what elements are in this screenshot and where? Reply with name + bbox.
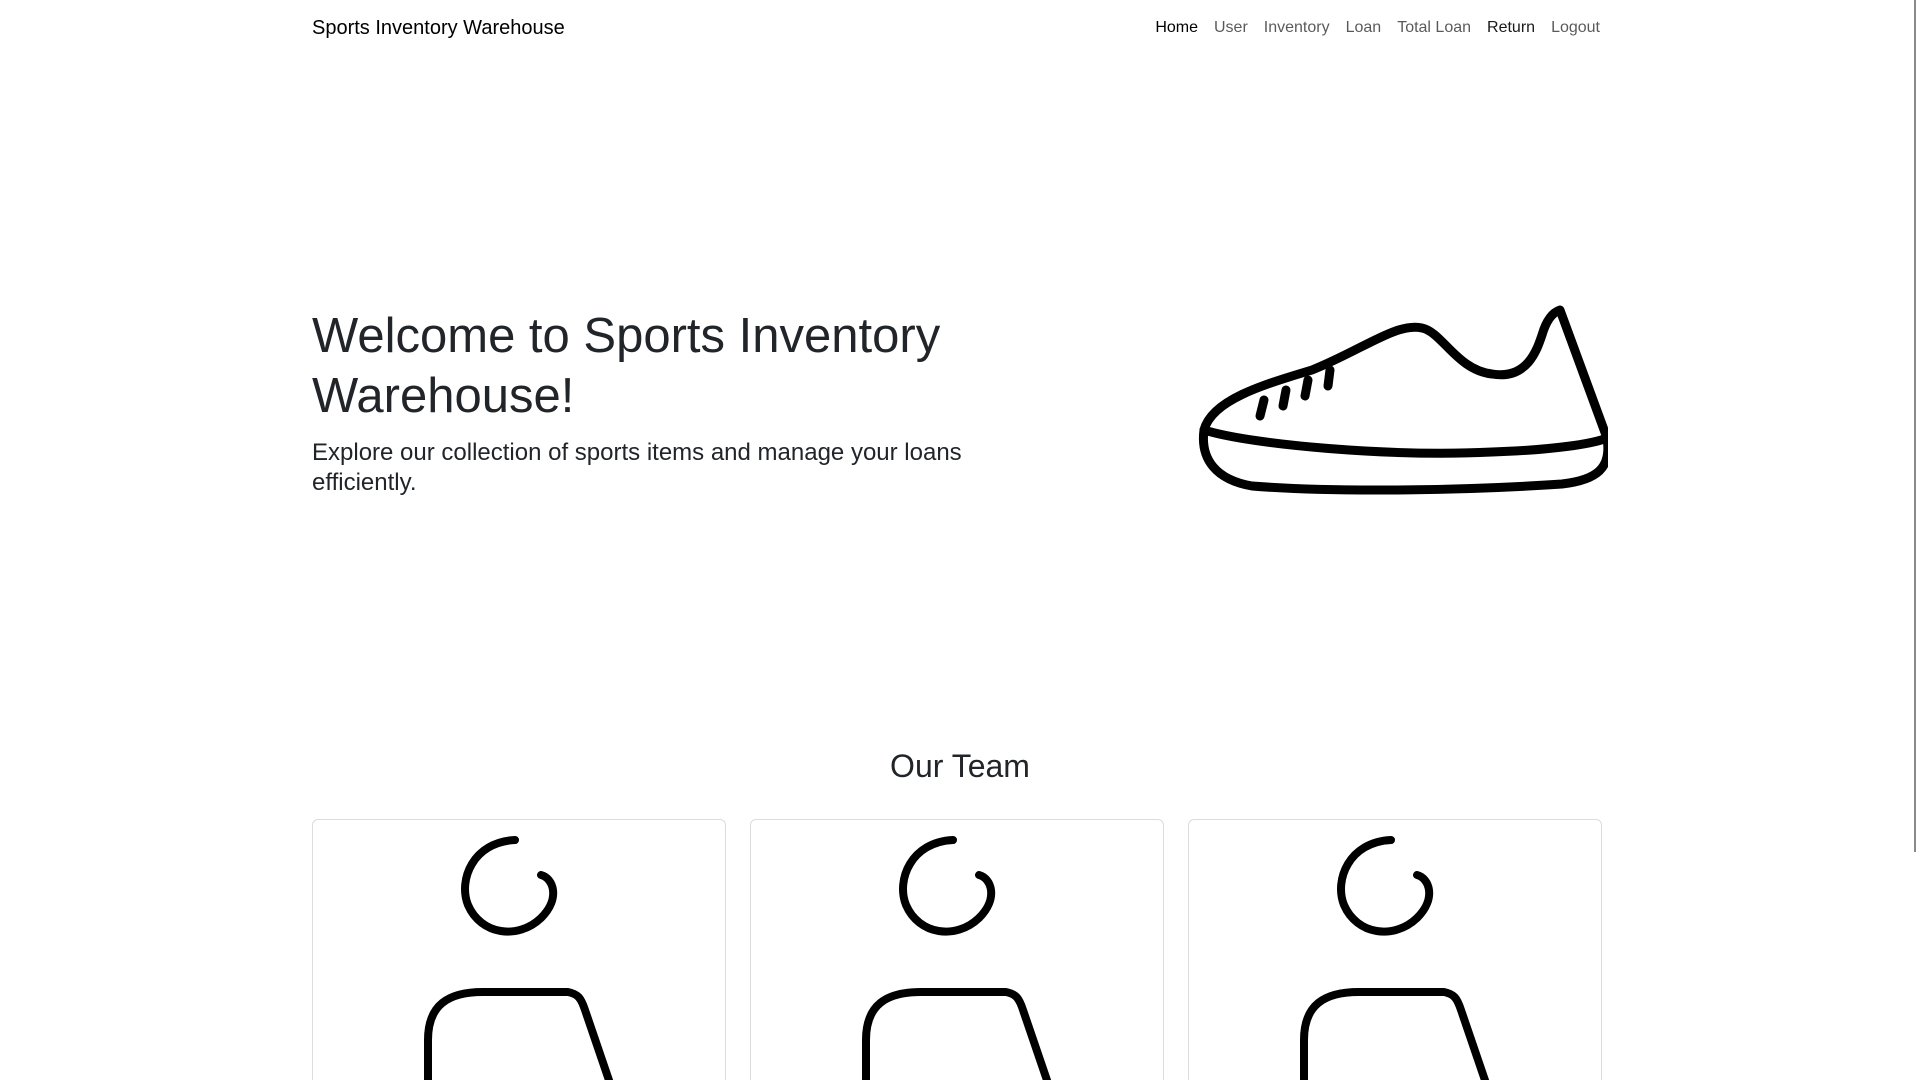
nav-link-inventory[interactable]: Inventory [1256, 19, 1338, 37]
nav-links: Home User Inventory Loan Total Loan Retu… [1147, 19, 1608, 37]
hero-text: Welcome to Sports Inventory Warehouse! E… [312, 306, 1032, 498]
nav-link-logout[interactable]: Logout [1543, 19, 1608, 37]
scrollbar[interactable] [1910, 0, 1920, 1080]
sneaker-icon [1198, 305, 1608, 495]
person-icon [424, 836, 614, 1080]
team-member-card [312, 819, 726, 1080]
navbar: Sports Inventory Warehouse Home User Inv… [312, 0, 1608, 56]
hero-section: Welcome to Sports Inventory Warehouse! E… [312, 300, 1608, 520]
scrollbar-thumb[interactable] [1914, 0, 1916, 852]
nav-link-total-loan[interactable]: Total Loan [1389, 19, 1479, 37]
hero-subtitle: Explore our collection of sports items a… [312, 439, 962, 496]
nav-link-home[interactable]: Home [1147, 19, 1206, 37]
team-member-card [1188, 819, 1602, 1080]
navbar-brand[interactable]: Sports Inventory Warehouse [312, 17, 565, 40]
person-icon [1300, 836, 1490, 1080]
team-cards [312, 819, 1608, 1080]
nav-link-return[interactable]: Return [1479, 19, 1543, 37]
main-container: Sports Inventory Warehouse Home User Inv… [312, 0, 1608, 1080]
person-icon [862, 836, 1052, 1080]
nav-link-loan[interactable]: Loan [1338, 19, 1390, 37]
team-member-card [750, 819, 1164, 1080]
hero-title: Welcome to Sports Inventory Warehouse! [312, 309, 941, 423]
nav-link-user[interactable]: User [1206, 19, 1256, 37]
page: Sports Inventory Warehouse Home User Inv… [0, 0, 1920, 1080]
team-title: Our Team [890, 748, 1030, 784]
